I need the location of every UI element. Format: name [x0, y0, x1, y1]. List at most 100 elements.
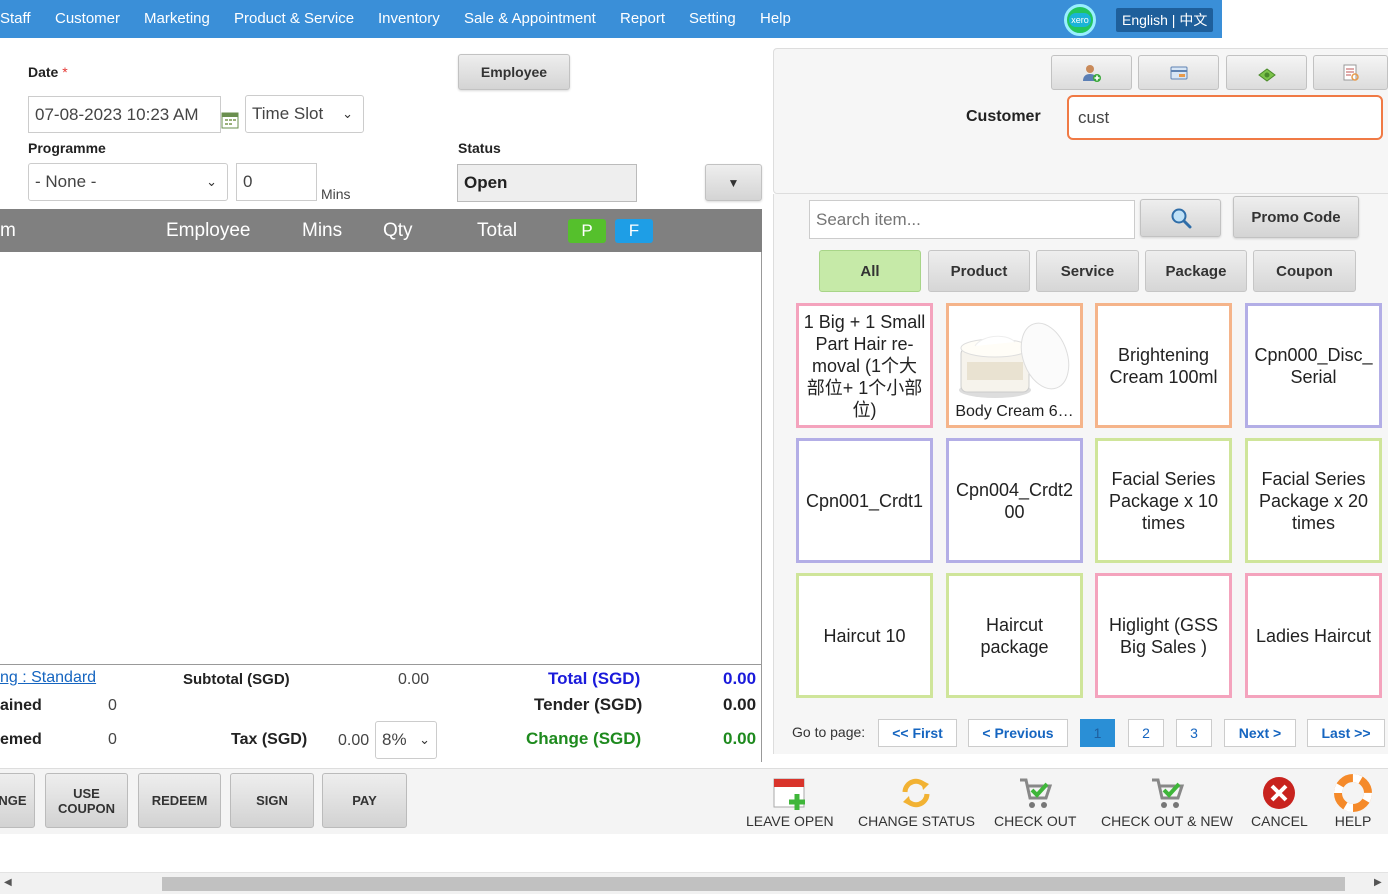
subtotal-value: 0.00 — [398, 671, 430, 688]
mins-label: Mins — [321, 186, 351, 202]
scrollbar-thumb[interactable] — [162, 877, 1345, 891]
customer-history-button[interactable] — [1313, 55, 1388, 90]
totals-section: ng : Standard Subtotal (SGD) 0.00 Total … — [0, 664, 762, 762]
cart-add-icon — [1147, 773, 1187, 813]
mins-input[interactable]: 0 — [236, 163, 317, 201]
item-tile[interactable]: Ladies Haircut — [1245, 573, 1382, 698]
page-2-button[interactable]: 2 — [1128, 719, 1164, 747]
lifebuoy-icon — [1333, 773, 1373, 813]
page-next-button[interactable]: Next > — [1224, 719, 1296, 747]
item-tile[interactable]: Brightening Cream 100ml — [1095, 303, 1232, 428]
chevron-down-icon: ⌄ — [419, 732, 430, 747]
sign-button[interactable]: SIGN — [230, 773, 314, 828]
item-tile[interactable]: Facial Series Package x 10 times — [1095, 438, 1232, 563]
promo-code-button[interactable]: Promo Code — [1233, 196, 1359, 238]
close-icon — [1259, 773, 1299, 813]
col-employee: Employee — [166, 220, 251, 241]
refresh-icon — [896, 773, 936, 813]
chevron-down-icon: ⌄ — [206, 174, 217, 189]
item-search-input[interactable] — [809, 200, 1135, 239]
subtotal-label: Subtotal (SGD) — [183, 671, 290, 688]
change-label: Change (SGD) — [526, 729, 642, 748]
item-tile[interactable]: Cpn001_Crdt1 — [796, 438, 933, 563]
page-previous-button[interactable]: < Previous — [968, 719, 1068, 747]
page-1-button[interactable]: 1 — [1080, 719, 1115, 747]
horizontal-scrollbar[interactable]: ◀ ▶ — [0, 872, 1388, 894]
category-package[interactable]: Package — [1145, 250, 1247, 292]
nav-marketing[interactable]: Marketing — [144, 10, 210, 27]
language-switcher[interactable]: English | 中文 — [1116, 8, 1214, 32]
customer-card-button[interactable] — [1138, 55, 1219, 90]
exchange-button[interactable]: NGE — [0, 773, 35, 828]
total-label: Total (SGD) — [548, 669, 641, 688]
nav-customer[interactable]: Customer — [55, 10, 120, 27]
category-all[interactable]: All — [819, 250, 921, 292]
card-icon — [1170, 66, 1187, 79]
category-service[interactable]: Service — [1036, 250, 1139, 292]
total-value: 0.00 — [723, 669, 757, 688]
pricing-level-link[interactable]: ng : Standard — [0, 669, 96, 687]
item-tile[interactable]: Higlight (GSS Big Sales ) — [1095, 573, 1232, 698]
status-field[interactable]: Open — [457, 164, 637, 202]
page-first-button[interactable]: << First — [878, 719, 957, 747]
item-tile[interactable]: Facial Series Package x 20 times — [1245, 438, 1382, 563]
xero-logo[interactable]: xero — [1064, 4, 1096, 36]
programme-select[interactable]: - None - ⌄ — [28, 163, 228, 201]
use-coupon-button[interactable]: USE COUPON — [45, 773, 128, 828]
search-icon — [1171, 208, 1191, 229]
nav-inventory[interactable]: Inventory — [378, 10, 440, 27]
tender-label: Tender (SGD) — [534, 695, 643, 714]
cancel-action[interactable]: CANCEL — [1251, 773, 1308, 829]
nav-help[interactable]: Help — [760, 10, 791, 27]
customer-search-input[interactable]: cust — [1067, 95, 1383, 140]
add-customer-button[interactable] — [1051, 55, 1132, 90]
f-badge[interactable]: F — [615, 219, 653, 243]
col-item: m — [0, 220, 16, 241]
help-action[interactable]: HELP — [1333, 773, 1373, 829]
change-value: 0.00 — [723, 729, 757, 748]
item-search-button[interactable] — [1140, 199, 1221, 237]
goto-page-label: Go to page: — [792, 724, 866, 740]
body-cream-image — [959, 322, 1070, 398]
status-dropdown-button[interactable]: ▼ — [705, 164, 762, 201]
change-status-action[interactable]: CHANGE STATUS — [858, 773, 975, 829]
tax-label: Tax (SGD) — [231, 731, 308, 748]
page-3-button[interactable]: 3 — [1176, 719, 1212, 747]
redeem-button[interactable]: REDEEM — [138, 773, 221, 828]
customer-money-button[interactable] — [1226, 55, 1307, 90]
item-tile[interactable]: Body Cream 6… — [946, 303, 1083, 428]
calendar-icon[interactable] — [221, 111, 239, 129]
pay-button[interactable]: PAY — [322, 773, 407, 828]
nav-product-service[interactable]: Product & Service — [234, 10, 354, 27]
leave-open-action[interactable]: LEAVE OPEN — [746, 773, 834, 829]
date-input[interactable]: 07-08-2023 10:23 AM — [28, 96, 221, 133]
nav-setting[interactable]: Setting — [689, 10, 736, 27]
timeslot-select[interactable]: Time Slot ⌄ — [245, 95, 364, 133]
calendar-add-icon — [770, 773, 810, 813]
item-tile[interactable]: 1 Big + 1 Small Part Hair re-moval (1个大部… — [796, 303, 933, 428]
check-out-action[interactable]: CHECK OUT — [994, 773, 1076, 829]
item-tile[interactable]: Cpn004_Crdt200 — [946, 438, 1083, 563]
item-tile[interactable]: Cpn000_Disc_Serial — [1245, 303, 1382, 428]
category-product[interactable]: Product — [928, 250, 1030, 292]
cart-table-body — [0, 252, 762, 664]
status-label: Status — [458, 140, 501, 156]
tender-value: 0.00 — [723, 695, 757, 714]
page-last-button[interactable]: Last >> — [1307, 719, 1385, 747]
item-tile[interactable]: Haircut 10 — [796, 573, 933, 698]
scroll-right-icon[interactable]: ▶ — [1374, 877, 1382, 888]
nav-sale-appointment[interactable]: Sale & Appointment — [464, 10, 596, 27]
check-out-new-action[interactable]: CHECK OUT & NEW — [1101, 773, 1233, 829]
category-coupon[interactable]: Coupon — [1253, 250, 1356, 292]
scroll-left-icon[interactable]: ◀ — [4, 877, 12, 888]
top-navbar: Staff Customer Marketing Product & Servi… — [0, 0, 1222, 38]
nav-staff[interactable]: Staff — [0, 10, 31, 27]
employee-button[interactable]: Employee — [458, 54, 570, 90]
customer-label: Customer — [966, 108, 1041, 125]
programme-label: Programme — [28, 140, 106, 156]
p-badge[interactable]: P — [568, 219, 606, 243]
tax-rate-select[interactable]: 8% ⌄ — [375, 721, 437, 759]
col-qty: Qty — [383, 220, 413, 241]
nav-report[interactable]: Report — [620, 10, 665, 27]
item-tile[interactable]: Haircut package — [946, 573, 1083, 698]
